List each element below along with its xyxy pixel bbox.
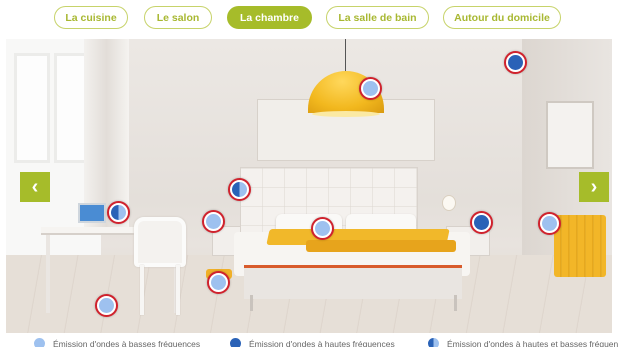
tab-salle-de-bain[interactable]: La salle de bain bbox=[326, 6, 429, 29]
next-arrow[interactable]: › bbox=[579, 172, 609, 202]
tab-autour-du-domicile[interactable]: Autour du domicile bbox=[443, 6, 561, 29]
hotspot-floor-under-desk[interactable] bbox=[95, 294, 118, 317]
legend: Émission d'ondes à basses fréquences Émi… bbox=[0, 336, 618, 347]
hotspot-pendant-lamp[interactable] bbox=[359, 77, 382, 100]
bed-leg bbox=[250, 295, 253, 311]
legend-label: Émission d'ondes à hautes et basses fréq… bbox=[447, 338, 618, 347]
hotspot-bed[interactable] bbox=[311, 217, 334, 240]
hotspot-floor-heater[interactable] bbox=[207, 271, 230, 294]
legend-item-both: Émission d'ondes à hautes et basses fréq… bbox=[428, 338, 618, 347]
legend-item-low: Émission d'ondes à basses fréquences bbox=[34, 338, 200, 347]
hotspot-left-bedside-lamp[interactable] bbox=[228, 178, 251, 201]
mixed-frequency-icon bbox=[428, 338, 439, 347]
chair bbox=[134, 217, 186, 267]
tab-salon[interactable]: Le salon bbox=[144, 6, 212, 29]
radiator bbox=[554, 215, 606, 277]
prev-arrow[interactable]: ‹ bbox=[20, 172, 50, 202]
low-frequency-icon bbox=[211, 275, 226, 290]
high-frequency-icon bbox=[230, 338, 241, 347]
chair-leg bbox=[176, 265, 180, 315]
low-frequency-icon bbox=[542, 216, 557, 231]
blanket-fold bbox=[306, 240, 456, 252]
bedroom-scene bbox=[6, 39, 612, 333]
tab-cuisine[interactable]: La cuisine bbox=[54, 6, 128, 29]
low-frequency-icon bbox=[34, 338, 45, 347]
mixed-frequency-icon bbox=[232, 182, 247, 197]
mixed-frequency-icon bbox=[111, 205, 126, 220]
high-frequency-icon bbox=[474, 215, 489, 230]
low-frequency-icon bbox=[206, 214, 221, 229]
low-frequency-icon bbox=[363, 81, 378, 96]
bed-leg bbox=[454, 295, 457, 311]
hotspot-ceiling-corner[interactable] bbox=[504, 51, 527, 74]
bed-base bbox=[244, 265, 462, 299]
hotspot-laptop[interactable] bbox=[107, 201, 130, 224]
hotspot-left-nightstand[interactable] bbox=[202, 210, 225, 233]
legend-label: Émission d'ondes à hautes fréquences bbox=[249, 338, 395, 347]
hotspot-wall-socket[interactable] bbox=[538, 212, 561, 235]
hotspot-right-nightstand-device[interactable] bbox=[470, 211, 493, 234]
right-bedside-lamp bbox=[442, 195, 456, 211]
laptop bbox=[78, 203, 106, 223]
pendant-lamp-rim bbox=[312, 111, 380, 117]
tab-chambre[interactable]: La chambre bbox=[227, 6, 312, 29]
room-tabs: La cuisine Le salon La chambre La salle … bbox=[0, 6, 618, 30]
window-pane bbox=[14, 53, 50, 163]
chevron-right-icon: › bbox=[590, 175, 598, 198]
high-frequency-icon bbox=[508, 55, 523, 70]
legend-item-high: Émission d'ondes à hautes fréquences bbox=[230, 338, 395, 347]
low-frequency-icon bbox=[315, 221, 330, 236]
low-frequency-icon bbox=[99, 298, 114, 313]
desk-leg bbox=[46, 235, 50, 313]
curtain bbox=[84, 39, 129, 229]
chevron-left-icon: ‹ bbox=[31, 175, 39, 198]
chair-leg bbox=[140, 265, 144, 315]
legend-label: Émission d'ondes à basses fréquences bbox=[53, 338, 201, 347]
wall-picture bbox=[546, 101, 594, 169]
lamp-cord bbox=[345, 39, 346, 73]
